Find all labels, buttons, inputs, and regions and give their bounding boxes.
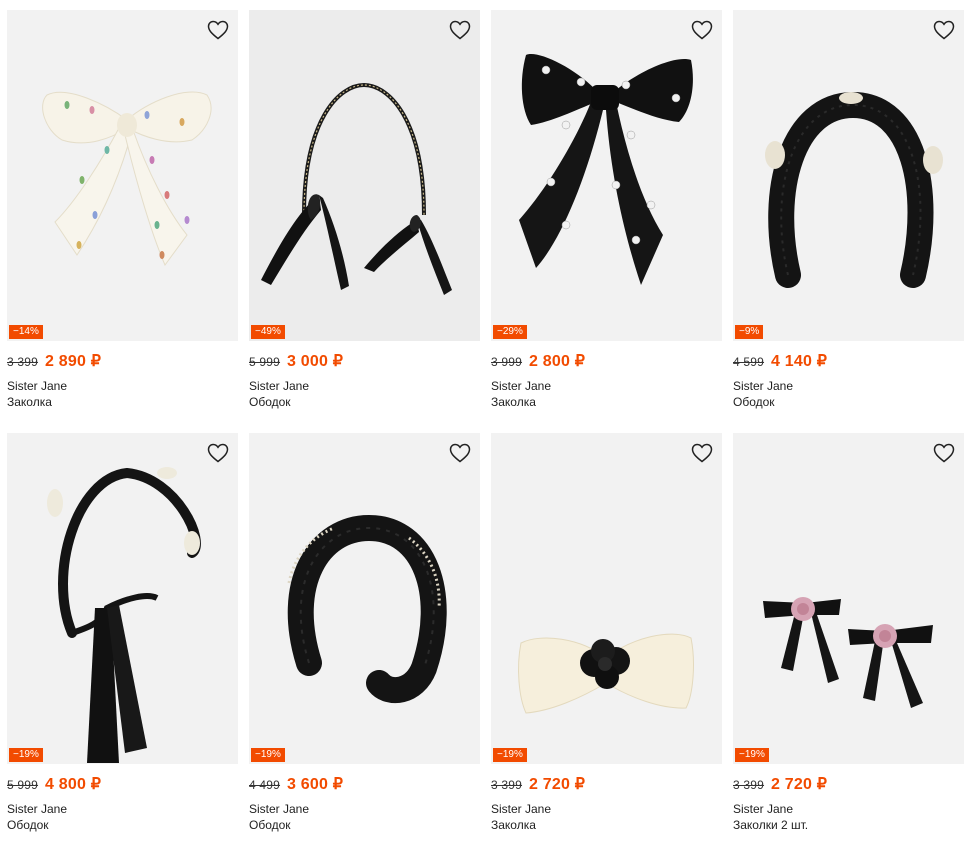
current-price: 2 890 ₽: [45, 353, 102, 370]
brand-name[interactable]: Sister Jane: [249, 801, 480, 817]
product-card[interactable]: −19% 5 999 4 800 ₽ Sister Jane Ободок: [7, 433, 238, 833]
product-photo[interactable]: −19%: [249, 433, 480, 764]
product-card[interactable]: −19% 3 399 2 720 ₽ Sister Jane Заколки 2…: [733, 433, 964, 833]
discount-badge: −29%: [493, 325, 527, 339]
product-card[interactable]: −29% 3 999 2 800 ₽ Sister Jane Заколка: [491, 10, 722, 410]
current-price: 2 800 ₽: [529, 353, 586, 370]
discount-badge: −19%: [493, 748, 527, 762]
product-image: [261, 82, 452, 295]
old-price: 5 999: [249, 355, 281, 369]
old-price: 4 499: [249, 778, 281, 792]
current-price: 4 140 ₽: [771, 353, 828, 370]
price-row: 5 999 4 800 ₽: [7, 774, 238, 794]
product-type[interactable]: Ободок: [733, 394, 964, 410]
product-card[interactable]: −14% 3 399 2 890 ₽ Sister Jane Заколка: [7, 10, 238, 410]
brand-name[interactable]: Sister Jane: [7, 378, 238, 394]
product-card[interactable]: −19% 4 499 3 600 ₽ Sister Jane Ободок: [249, 433, 480, 833]
brand-name[interactable]: Sister Jane: [7, 801, 238, 817]
heart-icon[interactable]: [690, 441, 714, 465]
old-price: 3 999: [491, 355, 523, 369]
product-photo[interactable]: −19%: [7, 433, 238, 764]
heart-icon[interactable]: [448, 18, 472, 42]
brand-name[interactable]: Sister Jane: [249, 378, 480, 394]
product-type[interactable]: Заколка: [491, 394, 722, 410]
current-price: 2 720 ₽: [529, 776, 586, 793]
price-row: 5 999 3 000 ₽: [249, 351, 480, 371]
product-card[interactable]: −49% 5 999 3 000 ₽ Sister Jane Ободок: [249, 10, 480, 410]
price-row: 4 599 4 140 ₽: [733, 351, 964, 371]
heart-icon[interactable]: [932, 441, 956, 465]
product-type[interactable]: Ободок: [249, 817, 480, 833]
old-price: 3 399: [733, 778, 765, 792]
heart-icon[interactable]: [206, 441, 230, 465]
product-type[interactable]: Ободок: [249, 394, 480, 410]
product-type[interactable]: Заколка: [491, 817, 722, 833]
product-type[interactable]: Ободок: [7, 817, 238, 833]
discount-badge: −14%: [9, 325, 43, 339]
product-image: [47, 467, 201, 763]
heart-icon[interactable]: [448, 441, 472, 465]
brand-name[interactable]: Sister Jane: [733, 378, 964, 394]
current-price: 3 600 ₽: [287, 776, 344, 793]
product-photo[interactable]: −19%: [491, 433, 722, 764]
product-image: [519, 54, 693, 285]
old-price: 4 599: [733, 355, 765, 369]
heart-icon[interactable]: [690, 18, 714, 42]
price-row: 3 399 2 890 ₽: [7, 351, 238, 371]
brand-name[interactable]: Sister Jane: [491, 378, 722, 394]
heart-icon[interactable]: [932, 18, 956, 42]
product-photo[interactable]: −19%: [733, 433, 964, 764]
product-type[interactable]: Заколки 2 шт.: [733, 817, 964, 833]
brand-name[interactable]: Sister Jane: [733, 801, 964, 817]
product-photo[interactable]: −49%: [249, 10, 480, 341]
current-price: 2 720 ₽: [771, 776, 828, 793]
product-photo[interactable]: −14%: [7, 10, 238, 341]
price-row: 3 399 2 720 ₽: [491, 774, 722, 794]
product-card[interactable]: −9% 4 599 4 140 ₽ Sister Jane Ободок: [733, 10, 964, 410]
old-price: 5 999: [7, 778, 39, 792]
product-card[interactable]: −19% 3 399 2 720 ₽ Sister Jane Заколка: [491, 433, 722, 833]
product-image: [42, 91, 212, 266]
price-row: 3 999 2 800 ₽: [491, 351, 722, 371]
heart-icon[interactable]: [206, 18, 230, 42]
price-row: 4 499 3 600 ₽: [249, 774, 480, 794]
discount-badge: −19%: [251, 748, 285, 762]
product-grid: −14% 3 399 2 890 ₽ Sister Jane Заколка −…: [0, 0, 967, 846]
discount-badge: −9%: [735, 325, 764, 339]
product-image: [518, 633, 694, 714]
current-price: 4 800 ₽: [45, 776, 102, 793]
discount-badge: −19%: [9, 748, 43, 762]
price-row: 3 399 2 720 ₽: [733, 774, 964, 794]
product-type[interactable]: Заколка: [7, 394, 238, 410]
product-photo[interactable]: −29%: [491, 10, 722, 341]
product-image: [763, 597, 933, 708]
old-price: 3 399: [7, 355, 39, 369]
product-photo[interactable]: −9%: [733, 10, 964, 341]
current-price: 3 000 ₽: [287, 353, 344, 370]
discount-badge: −49%: [251, 325, 285, 339]
brand-name[interactable]: Sister Jane: [491, 801, 722, 817]
old-price: 3 399: [491, 778, 523, 792]
product-image: [287, 514, 447, 703]
product-image: [765, 91, 943, 288]
discount-badge: −19%: [735, 748, 769, 762]
